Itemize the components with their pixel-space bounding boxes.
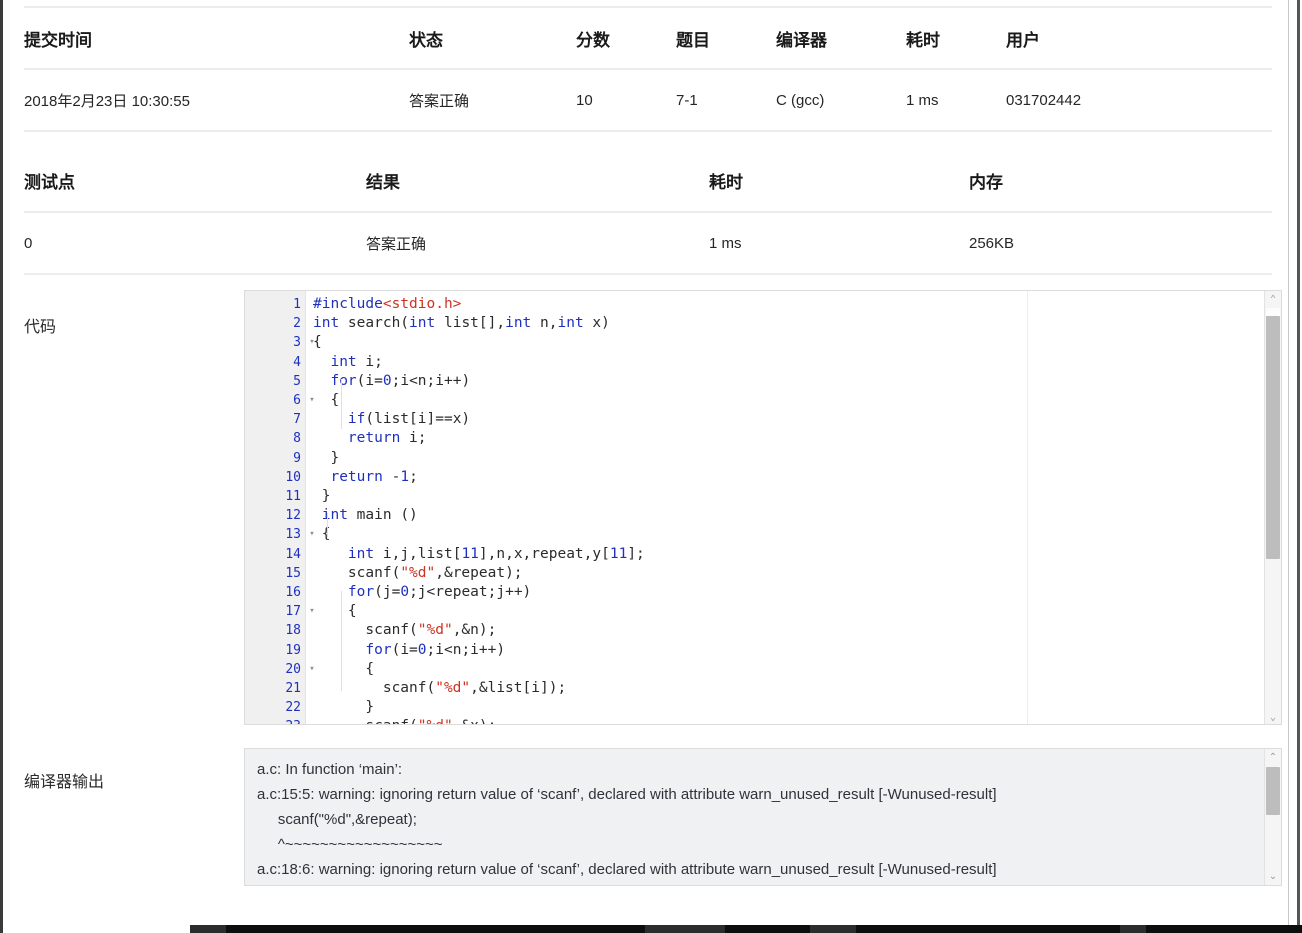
- code-line-number: 15: [285, 565, 301, 581]
- table-row: 0 答案正确 1 ms 256KB: [24, 212, 1272, 275]
- code-line-number: 7: [293, 412, 301, 428]
- compiler-output-box[interactable]: a.c: In function ‘main’: a.c:15:5: warni…: [244, 748, 1282, 886]
- col-header-problem: 题目: [676, 6, 776, 70]
- code-line: {: [313, 392, 340, 408]
- cell-score: 10: [576, 69, 676, 132]
- scroll-up-icon[interactable]: ⌃: [1265, 291, 1281, 308]
- col-header-status: 状态: [409, 6, 576, 70]
- code-line: }: [313, 449, 340, 466]
- status-badge: 答案正确: [409, 69, 576, 132]
- code-line-number: 4: [293, 354, 301, 370]
- testpoint-table: 测试点 结果 耗时 内存 0 答案正确 1 ms 256KB: [24, 150, 1272, 275]
- code-line: if(list[i]==x): [347, 411, 471, 428]
- code-scrollbar-thumb[interactable]: [1266, 316, 1280, 559]
- cell-submit-time: 2018年2月23日 10:30:55: [24, 69, 409, 132]
- taskbar-seg: [810, 925, 856, 933]
- code-line: int i,j,list[11],n,x,repeat,y[11];: [347, 545, 645, 562]
- code-line-number: 5: [293, 373, 301, 389]
- code-line-number: 12: [285, 508, 301, 524]
- problem-link[interactable]: 7-1: [676, 69, 776, 132]
- scroll-down-icon[interactable]: ⌄: [1265, 868, 1281, 885]
- code-line-number: 6 ▾: [245, 391, 315, 410]
- code-line: int search(int list[],int n,int x): [313, 315, 610, 332]
- code-line: }: [313, 699, 375, 716]
- code-line: {: [313, 603, 357, 620]
- scroll-up-icon[interactable]: ⌃: [1265, 749, 1281, 766]
- window-right-edge: [1288, 0, 1300, 933]
- code-line: scanf("%d",&x);: [313, 717, 496, 724]
- col-header-elapsed: 耗时: [709, 150, 969, 213]
- code-line: }: [313, 488, 331, 504]
- col-header-testpoint: 测试点: [24, 150, 366, 213]
- cell-testpoint-time: 1 ms: [709, 212, 969, 275]
- cell-testpoint-memory: 256KB: [969, 212, 1272, 275]
- code-line-number: 17 ▾: [245, 602, 314, 621]
- col-header-compiler: 编译器: [776, 6, 906, 70]
- submission-table-header-row: 提交时间 状态 分数 题目 编译器 耗时 用户: [24, 6, 1272, 70]
- code-line: {: [313, 660, 375, 677]
- taskbar-seg: [190, 925, 226, 933]
- code-gutter-divider: [305, 291, 306, 724]
- col-header-result: 结果: [366, 150, 709, 213]
- code-line: {: [313, 334, 322, 351]
- code-line: scanf("%d",&list[i]);: [313, 680, 567, 696]
- code-line: scanf("%d",&repeat);: [313, 564, 523, 581]
- col-header-score: 分数: [576, 6, 676, 70]
- cell-time: 1 ms: [906, 69, 1006, 132]
- cell-compiler: C (gcc): [776, 69, 906, 132]
- code-line-number: 13 ▾: [245, 525, 314, 544]
- code-indent-guide: [341, 591, 342, 691]
- compiler-output-section-label: 编译器输出: [24, 774, 105, 791]
- code-line-number: 1: [293, 297, 301, 312]
- compiler-output-text: a.c: In function ‘main’: a.c:15:5: warni…: [257, 761, 997, 878]
- code-scrollbar-track-top[interactable]: [1266, 308, 1280, 316]
- table-row: 2018年2月23日 10:30:55 答案正确 10 7-1 C (gcc) …: [24, 69, 1272, 132]
- code-line-number: 20 ▾: [245, 660, 314, 679]
- code-line-number: 9: [293, 450, 301, 466]
- code-line-number: 19: [285, 642, 301, 658]
- code-line-number: 23: [245, 717, 305, 724]
- submission-table: 提交时间 状态 分数 题目 编译器 耗时 用户 2018年2月23日 10:30…: [24, 6, 1272, 132]
- code-line: int main (): [321, 507, 418, 524]
- col-header-memory: 内存: [969, 150, 1272, 213]
- code-line: for(i=0;i<n;i++): [330, 372, 471, 389]
- code-line-number: 2: [293, 316, 301, 332]
- taskbar-seg: [1120, 925, 1146, 933]
- cell-user: 031702442: [1006, 69, 1272, 132]
- code-line: return i;: [347, 430, 427, 447]
- code-line-number: 14: [285, 546, 301, 562]
- compiler-scrollbar-thumb[interactable]: [1266, 767, 1280, 815]
- code-indent-guide: [327, 513, 328, 537]
- code-line-number: 11: [285, 489, 301, 504]
- compiler-scrollbar[interactable]: ⌃ ⌄: [1264, 749, 1281, 885]
- scroll-down-icon[interactable]: ⌄: [1265, 709, 1281, 724]
- col-header-user: 用户: [1006, 6, 1272, 70]
- testpoint-status-badge: 答案正确: [366, 212, 709, 275]
- code-line-number: 16: [285, 585, 301, 600]
- col-header-submit-time: 提交时间: [24, 6, 409, 70]
- code-indent-guide: [341, 379, 342, 429]
- code-line-number: 8: [293, 431, 301, 447]
- code-editor[interactable]: 1 2 3 ▾ 4 5 6 ▾ 7 8 9 10 11 12 13 ▾ 14 15 16 17 ▾ 18 19 20 ▾ 21 22…: [244, 290, 1282, 725]
- col-header-time: 耗时: [906, 6, 1006, 70]
- code-line: for(j=0;j<repeat;j++): [347, 584, 532, 600]
- content-column: 提交时间 状态 分数 题目 编译器 耗时 用户 2018年2月23日 10:30…: [6, 0, 1291, 933]
- code-line-number: 22: [285, 700, 301, 716]
- testpoint-table-header-row: 测试点 结果 耗时 内存: [24, 150, 1272, 213]
- code-line-number: 21: [285, 681, 301, 696]
- code-line-number: 10: [285, 469, 301, 485]
- code-line: #include<stdio.h>: [313, 296, 462, 312]
- taskbar-seg: [645, 925, 725, 933]
- code-scrollbar[interactable]: ⌃ ⌄: [1264, 291, 1281, 724]
- page-frame: 提交时间 状态 分数 题目 编译器 耗时 用户 2018年2月23日 10:30…: [0, 0, 1302, 933]
- code-line-number: 3 ▾: [245, 333, 315, 352]
- taskbar-strip: [190, 925, 1302, 933]
- cell-testpoint-index: 0: [24, 212, 366, 275]
- code-section-label: 代码: [24, 319, 57, 336]
- code-print-margin-ruler: [1027, 291, 1028, 724]
- code-line: int i;: [330, 353, 383, 370]
- code-line-number: 18: [285, 623, 301, 639]
- code-line: return -1;: [330, 468, 418, 485]
